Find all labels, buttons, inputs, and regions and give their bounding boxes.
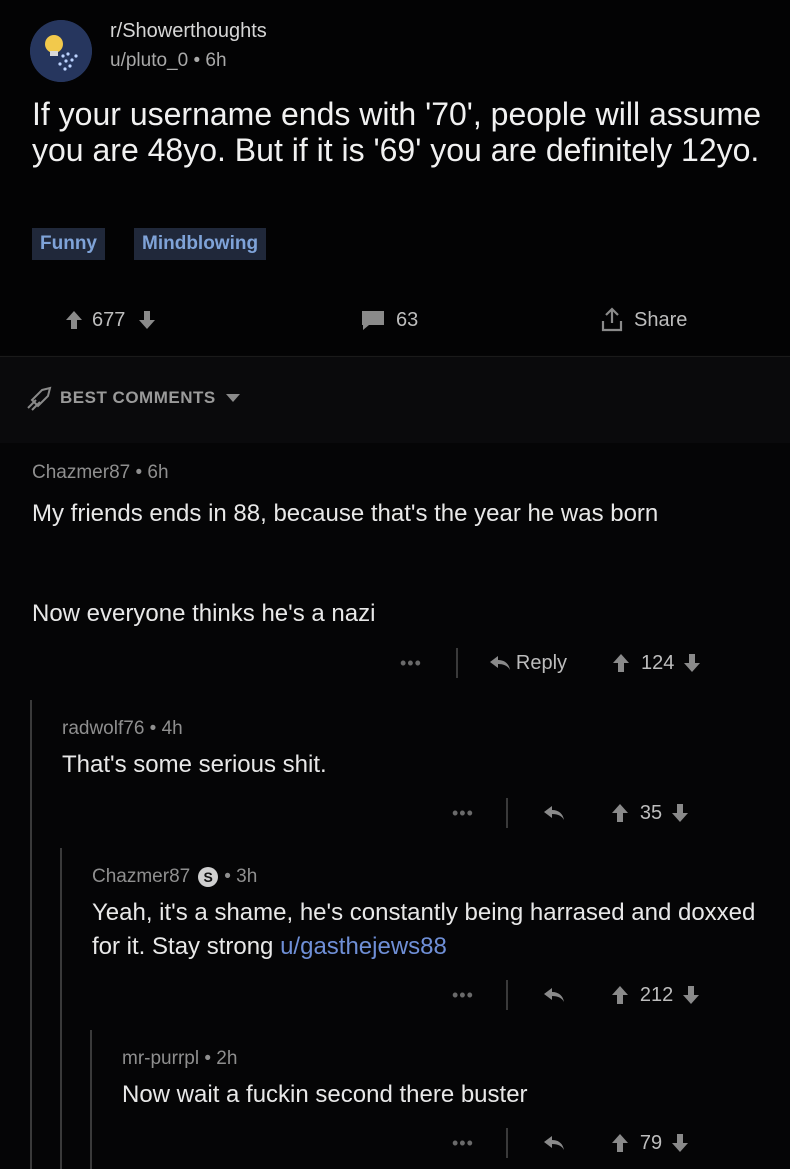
chevron-down-icon — [225, 394, 240, 402]
reply-arrow-icon[interactable] — [542, 804, 566, 822]
comment-body: That's some serious shit. — [62, 751, 327, 778]
comment-time: • 2h — [204, 1048, 238, 1069]
comment-actions: ••• 79 — [452, 1128, 690, 1158]
rocket-icon — [27, 386, 52, 411]
post-comments-button[interactable]: 63 — [360, 302, 418, 338]
downvote-icon[interactable] — [682, 652, 702, 674]
showerhead-icon — [30, 20, 92, 82]
post-title[interactable]: If your username ends with '70', people … — [32, 96, 762, 168]
comment-body: Yeah, it's a shame, he's constantly bein… — [92, 896, 762, 964]
divider — [505, 798, 508, 828]
comment-body: My friends ends in 88, because that's th… — [32, 500, 659, 527]
reply-arrow-icon — [489, 656, 510, 670]
post-comment-count: 63 — [396, 308, 419, 331]
thread-line[interactable] — [60, 848, 62, 1169]
comment-body-paragraph: Now everyone thinks he's a nazi — [32, 600, 376, 627]
post-author-time[interactable]: u/pluto_0 • 6h — [110, 50, 227, 72]
upvote-icon[interactable] — [610, 984, 630, 1006]
comment-actions: ••• 35 — [452, 798, 690, 828]
upvote-icon[interactable] — [611, 652, 631, 674]
divider — [455, 648, 458, 678]
share-icon — [601, 307, 623, 332]
comment-meta: Chazmer87 S • 3h — [92, 866, 257, 888]
flair-mindblowing[interactable]: Mindblowing — [134, 228, 267, 260]
reply-label: Reply — [515, 651, 568, 674]
comment-meta: mr-purrpl • 2h — [122, 1048, 237, 1070]
post-vote-count: 677 — [92, 308, 126, 331]
share-label: Share — [634, 308, 688, 331]
submitter-badge: S — [198, 867, 219, 887]
comment-body: Now wait a fuckin second there buster — [122, 1081, 528, 1108]
comment-time: • 3h — [224, 866, 258, 887]
flair-funny[interactable]: Funny — [32, 228, 105, 260]
comment-actions: ••• Reply 124 — [400, 648, 702, 678]
subreddit-avatar[interactable] — [30, 20, 92, 82]
comment-meta: Chazmer87 • 6h — [32, 462, 169, 484]
comment-vote-count: 35 — [639, 801, 663, 824]
comment-author[interactable]: Chazmer87 — [92, 866, 190, 888]
sort-label: BEST COMMENTS — [60, 388, 216, 407]
more-dots-icon[interactable]: ••• — [452, 803, 474, 824]
comment-meta: radwolf76 • 4h — [62, 718, 183, 740]
sort-dropdown[interactable]: BEST COMMENTS — [60, 388, 241, 408]
more-dots-icon[interactable]: ••• — [452, 985, 474, 1006]
post-vote-group: 677 — [64, 302, 157, 338]
comment-vote-count: 124 — [641, 651, 675, 674]
post-share-button[interactable]: Share — [600, 302, 687, 338]
downvote-icon[interactable] — [137, 309, 157, 331]
more-dots-icon[interactable]: ••• — [400, 653, 422, 674]
comment-vote-count: 212 — [639, 983, 674, 1006]
thread-line[interactable] — [30, 700, 32, 1169]
comment-time: • 6h — [135, 462, 169, 483]
divider — [505, 1128, 508, 1158]
divider — [505, 980, 508, 1010]
more-dots-icon[interactable]: ••• — [452, 1133, 474, 1154]
reply-arrow-icon[interactable] — [542, 986, 566, 1004]
upvote-icon[interactable] — [610, 802, 630, 824]
reply-button[interactable]: Reply — [488, 652, 567, 675]
comment-author[interactable]: radwolf76 — [62, 718, 144, 739]
user-link[interactable]: u/gasthejews88 — [280, 933, 447, 960]
comment-author[interactable]: Chazmer87 — [32, 462, 130, 483]
downvote-icon[interactable] — [681, 984, 701, 1006]
reply-arrow-icon[interactable] — [542, 1134, 566, 1152]
upvote-icon[interactable] — [610, 1132, 630, 1154]
comment-author[interactable]: mr-purrpl — [122, 1048, 199, 1069]
comment-vote-count: 79 — [639, 1131, 663, 1154]
comment-time: • 4h — [149, 718, 183, 739]
comment-actions: ••• 212 — [452, 980, 701, 1010]
subreddit-name[interactable]: r/Showerthoughts — [110, 20, 267, 43]
comment-bubble-icon — [362, 311, 384, 330]
downvote-icon[interactable] — [670, 802, 690, 824]
upvote-icon[interactable] — [64, 309, 84, 331]
thread-line[interactable] — [90, 1030, 92, 1169]
downvote-icon[interactable] — [670, 1132, 690, 1154]
